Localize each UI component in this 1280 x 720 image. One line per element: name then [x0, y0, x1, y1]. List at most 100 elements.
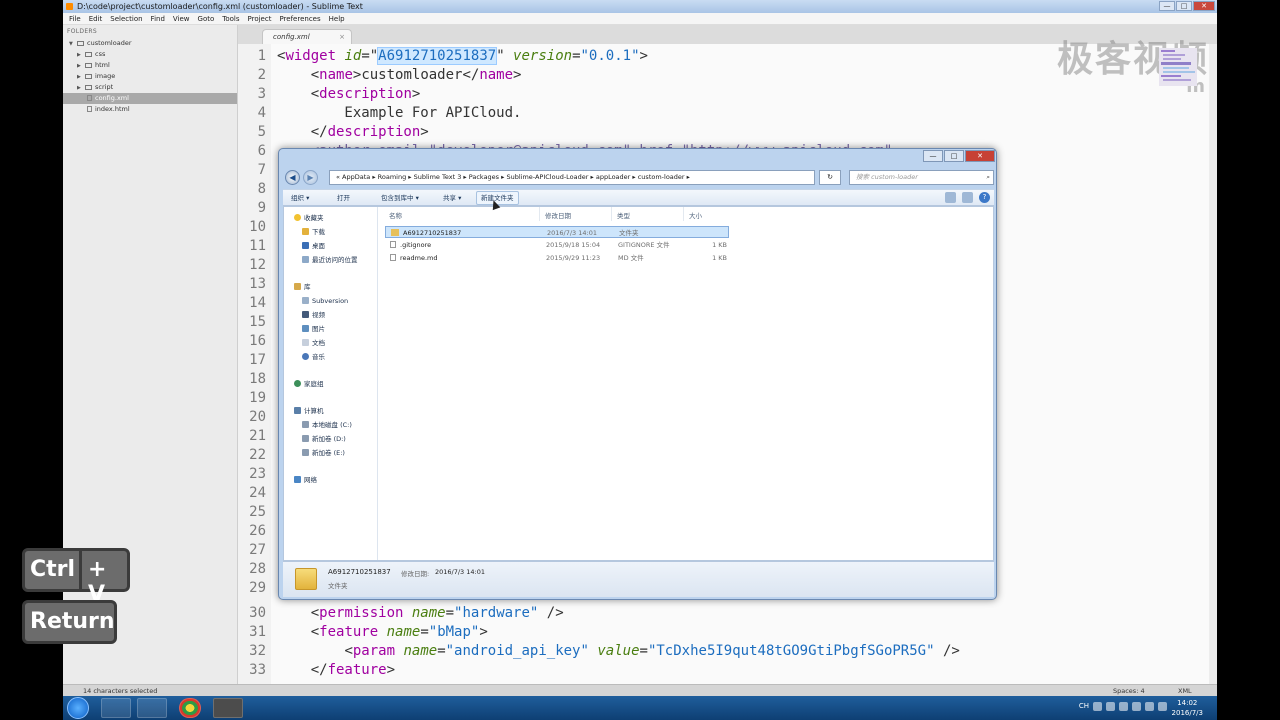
menu-project[interactable]: Project — [248, 13, 272, 24]
column-date[interactable]: 修改日期 — [545, 210, 571, 220]
nav-desktop[interactable]: 桌面 — [302, 241, 325, 251]
menu-tools[interactable]: Tools — [222, 13, 239, 24]
detail-type: 文件夹 — [328, 582, 348, 590]
tree-root-folder[interactable]: ▼ customloader — [63, 38, 237, 49]
file-row-gitignore[interactable]: .gitignore 2015/9/18 15:04 GITIGNORE 文件 … — [385, 239, 729, 251]
tree-item-script[interactable]: ▶ script — [63, 82, 237, 93]
open-button[interactable]: 打开 — [333, 191, 354, 205]
column-name[interactable]: 名称 — [389, 210, 402, 220]
menu-view[interactable]: View — [173, 13, 190, 24]
network-icon — [294, 476, 301, 483]
navigation-pane: 收藏夹 下载 桌面 最近访问的位置 库 Subversion 视频 图片 文档 … — [284, 207, 378, 560]
maximize-button[interactable]: □ — [1176, 1, 1192, 11]
explorer-toolbar: 组织 ▾ 打开 包含到库中 ▾ 共享 ▾ 新建文件夹 ? — [283, 189, 994, 206]
column-size[interactable]: 大小 — [689, 210, 702, 220]
start-button[interactable] — [67, 697, 89, 719]
nav-computer[interactable]: 计算机 — [294, 406, 324, 416]
search-icon: ⌕ — [986, 173, 990, 181]
tree-item-image[interactable]: ▶ image — [63, 71, 237, 82]
nav-music[interactable]: 音乐 — [302, 352, 325, 362]
nav-subversion[interactable]: Subversion — [302, 296, 348, 306]
code-line: 31 <feature name="bMap"> — [249, 624, 488, 640]
code-line: 5 </description> — [257, 124, 429, 140]
input-language[interactable]: CH — [1079, 702, 1089, 711]
search-input[interactable]: 搜索 custom-loader ⌕ — [849, 170, 994, 185]
taskbar-notepad-icon[interactable] — [137, 698, 167, 718]
detail-name: A6912710251837 — [328, 568, 391, 576]
tab-config-xml[interactable]: config.xml × — [262, 29, 352, 44]
nav-pictures[interactable]: 图片 — [302, 324, 325, 334]
file-row-readme[interactable]: readme.md 2015/9/29 11:23 MD 文件 1 KB — [385, 252, 729, 264]
tree-item-html[interactable]: ▶ html — [63, 60, 237, 71]
minimize-button[interactable]: — — [1159, 1, 1175, 11]
videos-icon — [302, 311, 309, 318]
menu-find[interactable]: Find — [151, 13, 165, 24]
nav-libraries[interactable]: 库 — [294, 282, 311, 292]
refresh-button[interactable]: ↻ — [819, 170, 841, 185]
share-button[interactable]: 共享 ▾ — [439, 191, 465, 205]
tray-icon[interactable] — [1106, 702, 1115, 711]
explorer-body: 收藏夹 下载 桌面 最近访问的位置 库 Subversion 视频 图片 文档 … — [283, 206, 994, 561]
tree-item-css[interactable]: ▶ css — [63, 49, 237, 60]
tree-item-index-html[interactable]: index.html — [63, 104, 237, 115]
menu-edit[interactable]: Edit — [89, 13, 103, 24]
network-icon[interactable] — [1145, 702, 1154, 711]
taskbar-sublime-icon[interactable] — [213, 698, 243, 718]
column-type[interactable]: 类型 — [617, 210, 630, 220]
organize-button[interactable]: 组织 ▾ — [287, 191, 313, 205]
tray-icon[interactable] — [1093, 702, 1102, 711]
menu-selection[interactable]: Selection — [110, 13, 142, 24]
change-view-icon[interactable] — [945, 192, 956, 203]
drive-icon — [302, 421, 309, 428]
desktop-icon — [302, 242, 309, 249]
taskbar-explorer-icon[interactable] — [101, 698, 131, 718]
include-in-library-button[interactable]: 包含到库中 ▾ — [377, 191, 423, 205]
tab-close-icon[interactable]: × — [339, 30, 345, 44]
explorer-window: — □ ✕ ◀ ▶ « AppData ▸ Roaming ▸ Sublime … — [278, 148, 997, 600]
explorer-maximize-button[interactable]: □ — [944, 150, 964, 162]
menu-help[interactable]: Help — [329, 13, 345, 24]
file-row-folder[interactable]: A6912710251837 2016/7/3 14:01 文件夹 — [385, 226, 729, 238]
column-divider[interactable] — [539, 207, 540, 221]
preview-pane-icon[interactable] — [962, 192, 973, 203]
nav-favorites[interactable]: 收藏夹 — [294, 213, 324, 223]
vertical-scrollbar[interactable] — [1209, 44, 1217, 684]
menu-file[interactable]: File — [69, 13, 81, 24]
nav-network[interactable]: 网络 — [294, 475, 317, 485]
window-controls: — □ ✕ — [1159, 1, 1215, 11]
file-icon — [390, 241, 396, 248]
close-button[interactable]: ✕ — [1193, 1, 1215, 11]
tree-item-config-xml[interactable]: config.xml — [63, 93, 237, 104]
menu-preferences[interactable]: Preferences — [279, 13, 320, 24]
nav-homegroup[interactable]: 家庭组 — [294, 379, 324, 389]
tray-icon[interactable] — [1132, 702, 1141, 711]
explorer-minimize-button[interactable]: — — [923, 150, 943, 162]
menu-goto[interactable]: Goto — [198, 13, 215, 24]
sidebar-header: FOLDERS — [67, 28, 98, 35]
explorer-close-button[interactable]: ✕ — [965, 150, 995, 162]
code-line: 30 <permission name="hardware" /> — [249, 605, 564, 621]
nav-drive-d[interactable]: 新加卷 (D:) — [302, 434, 346, 444]
nav-drive-c[interactable]: 本地磁盘 (C:) — [302, 420, 352, 430]
folder-icon — [85, 84, 92, 90]
tray-icon[interactable] — [1119, 702, 1128, 711]
music-icon — [302, 353, 309, 360]
library-icon — [294, 283, 301, 290]
back-button[interactable]: ◀ — [285, 170, 300, 185]
column-divider[interactable] — [611, 207, 612, 221]
drive-icon — [302, 435, 309, 442]
nav-drive-e[interactable]: 新加卷 (E:) — [302, 448, 345, 458]
nav-downloads[interactable]: 下载 — [302, 227, 325, 237]
taskbar-clock[interactable]: 14:02 2016/7/3 — [1172, 698, 1203, 718]
help-icon[interactable]: ? — [979, 192, 990, 203]
address-bar[interactable]: « AppData ▸ Roaming ▸ Sublime Text 3 ▸ P… — [329, 170, 815, 185]
nav-recent[interactable]: 最近访问的位置 — [302, 255, 358, 265]
nav-documents[interactable]: 文档 — [302, 338, 325, 348]
status-bar: 14 characters selected Spaces: 4 XML — [63, 684, 1217, 696]
minimap[interactable] — [1157, 46, 1207, 86]
taskbar-chrome-icon[interactable] — [179, 698, 201, 718]
column-divider[interactable] — [683, 207, 684, 221]
volume-icon[interactable] — [1158, 702, 1167, 711]
forward-button[interactable]: ▶ — [303, 170, 318, 185]
nav-videos[interactable]: 视频 — [302, 310, 325, 320]
